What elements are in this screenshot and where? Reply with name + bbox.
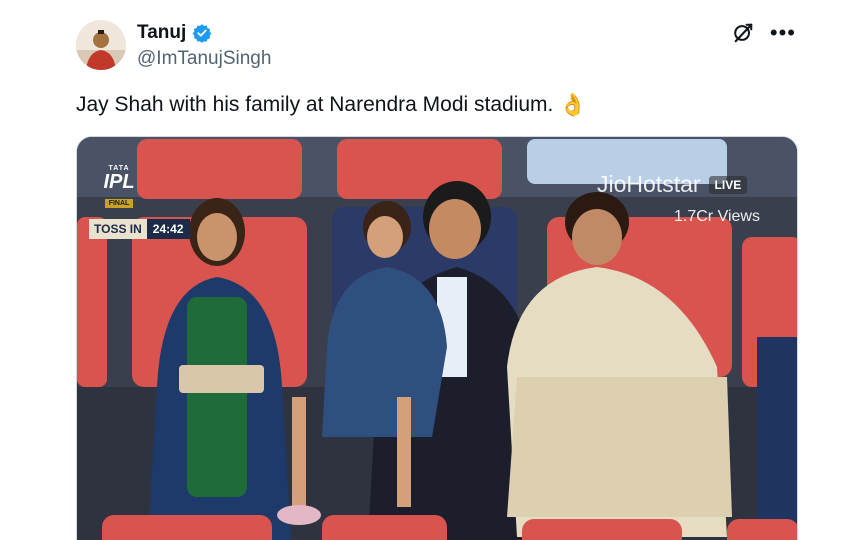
ipl-stage-label: FINAL (104, 199, 134, 208)
toss-countdown: TOSS IN 24:42 (89, 219, 190, 239)
toss-timer: 24:42 (146, 219, 190, 239)
tweet-text: Jay Shah with his family at Narendra Mod… (76, 92, 587, 118)
tweet-body: Jay Shah with his family at Narendra Mod… (76, 93, 554, 116)
display-name[interactable]: Tanuj (137, 22, 186, 44)
ipl-logo: TATA IPL FINAL (91, 165, 147, 215)
broadcaster-watermark: JioHotstar LIVE (597, 171, 748, 198)
top-actions: ••• (732, 22, 796, 44)
more-options-icon[interactable]: ••• (770, 22, 796, 44)
view-count: 1.7Cr Views (674, 208, 760, 225)
ok-hand-emoji: 👌 (559, 92, 587, 117)
tweet-card: Tanuj @ImTanujSingh ••• Jay Shah with hi… (0, 0, 864, 540)
author-name-row: Tanuj (137, 22, 212, 44)
grok-icon[interactable] (732, 22, 754, 44)
ipl-label: IPL (103, 171, 135, 193)
live-badge: LIVE (708, 175, 748, 194)
tweet-media-video[interactable]: TATA IPL FINAL TOSS IN 24:42 JioHotstar … (76, 136, 798, 540)
toss-label: TOSS IN (89, 219, 147, 239)
author-handle[interactable]: @ImTanujSingh (137, 48, 271, 70)
avatar[interactable] (76, 20, 126, 70)
verified-badge-icon (192, 24, 212, 43)
broadcaster-name: JioHotstar (597, 171, 701, 197)
